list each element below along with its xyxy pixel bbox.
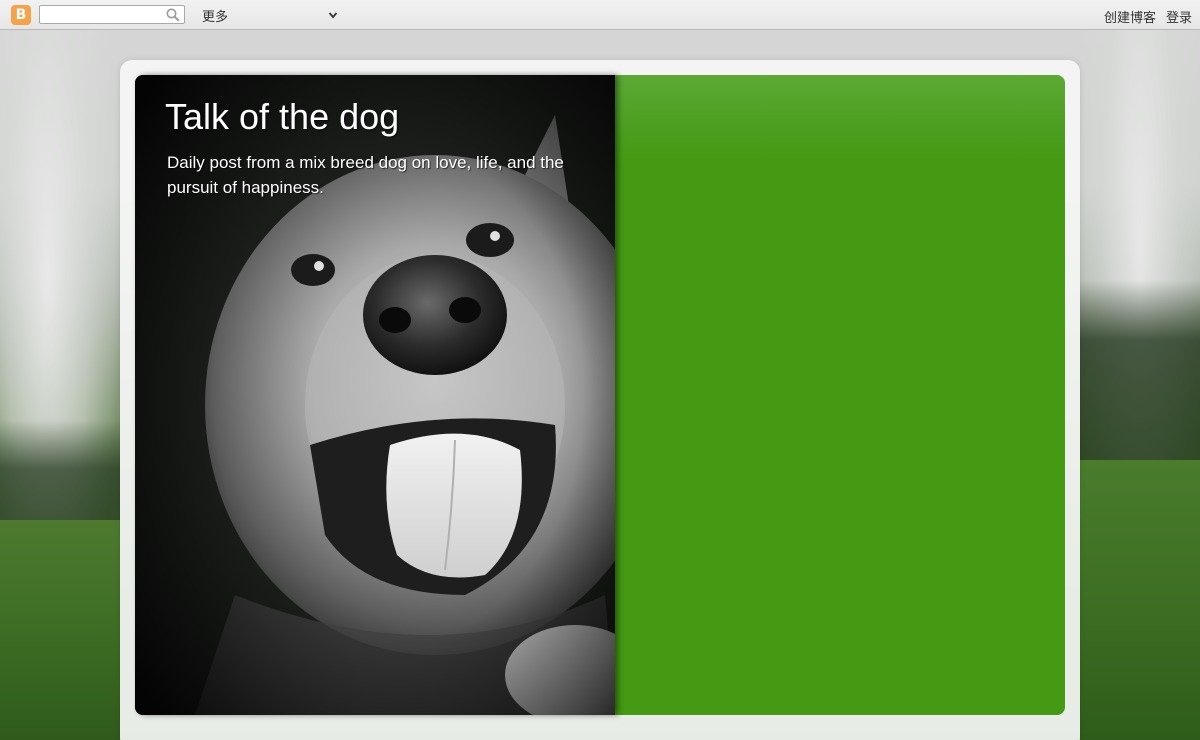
more-menu-label: 更多 <box>202 9 229 25</box>
blog-title[interactable]: Talk of the dog <box>165 96 399 138</box>
search-box[interactable] <box>39 5 185 24</box>
header-background <box>600 75 1065 715</box>
sign-in-link[interactable]: 登录 <box>1166 7 1192 26</box>
blogger-icon[interactable]: B <box>11 5 31 25</box>
chevron-down-icon <box>328 12 338 19</box>
background-meadow-left <box>0 520 120 740</box>
blogger-logo-letter: B <box>15 7 27 23</box>
search-input[interactable] <box>43 6 161 24</box>
more-menu[interactable]: 更多 <box>202 6 338 25</box>
background-meadow-right <box>1080 460 1200 740</box>
create-blog-link[interactable]: 创建博客 <box>1104 7 1156 26</box>
search-icon[interactable] <box>166 8 180 22</box>
navbar: B 更多 创建博客 登录 <box>0 0 1200 30</box>
blog-description: Daily post from a mix breed dog on love,… <box>167 153 564 197</box>
nav-right: 创建博客 登录 <box>1104 7 1192 26</box>
background-trees-right <box>1080 280 1200 480</box>
